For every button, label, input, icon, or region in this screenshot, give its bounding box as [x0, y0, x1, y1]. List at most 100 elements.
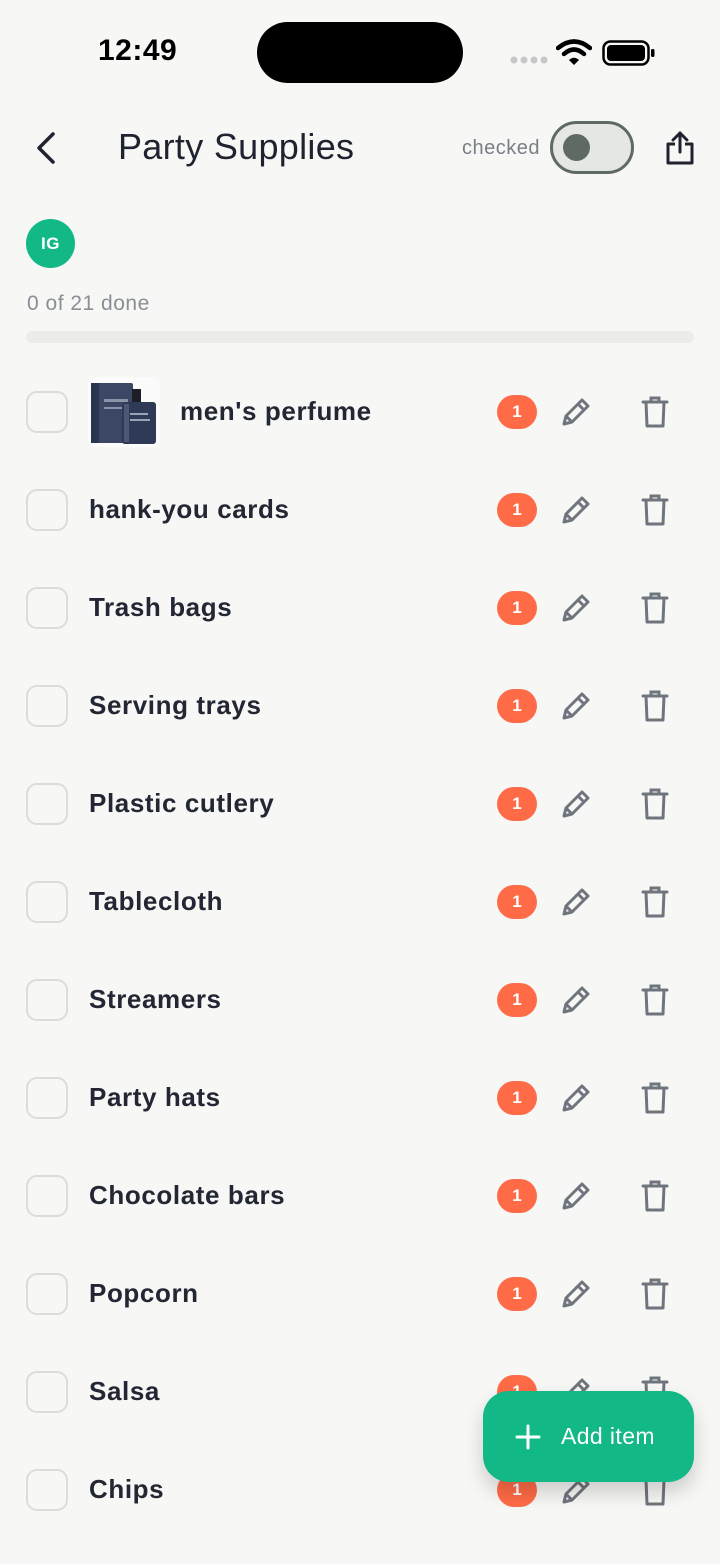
list-item[interactable]: Trash bags 1: [0, 559, 720, 657]
pencil-icon: [562, 496, 590, 524]
add-item-label: Add item: [561, 1423, 655, 1449]
list-item[interactable]: Plastic cutlery 1: [0, 755, 720, 853]
item-checkbox[interactable]: [26, 685, 68, 727]
show-checked-toggle[interactable]: [550, 121, 634, 174]
delete-button[interactable]: [636, 393, 674, 431]
product-image: [88, 377, 160, 447]
edit-button[interactable]: [557, 785, 595, 823]
item-checkbox[interactable]: [26, 1469, 68, 1511]
cellular-signal-icon: [510, 56, 548, 64]
list-item[interactable]: Popcorn 1: [0, 1245, 720, 1343]
item-thumbnail[interactable]: [88, 377, 160, 447]
trash-icon: [641, 1082, 669, 1114]
chevron-left-icon: [37, 132, 55, 164]
pencil-icon: [562, 986, 590, 1014]
item-checkbox[interactable]: [26, 587, 68, 629]
item-name: Salsa: [89, 1376, 160, 1406]
edit-button[interactable]: [557, 491, 595, 529]
item-name: Party hats: [89, 1082, 221, 1112]
item-checkbox[interactable]: [26, 1273, 68, 1315]
delete-button[interactable]: [636, 981, 674, 1019]
item-checkbox[interactable]: [26, 783, 68, 825]
item-checkbox[interactable]: [26, 1077, 68, 1119]
trash-icon: [641, 984, 669, 1016]
pencil-icon: [562, 1084, 590, 1112]
quantity-badge: 1: [497, 983, 537, 1017]
trash-icon: [641, 886, 669, 918]
share-icon: [666, 131, 694, 165]
header: Party Supplies checked: [0, 100, 720, 200]
quantity-badge: 1: [497, 1277, 537, 1311]
progress-bar: [26, 331, 694, 343]
item-name: Tablecloth: [89, 886, 224, 916]
item-checkbox[interactable]: [26, 391, 68, 433]
item-name: Plastic cutlery: [89, 788, 275, 818]
item-name: men's perfume: [180, 396, 372, 426]
item-name: Popcorn: [89, 1278, 199, 1308]
delete-button[interactable]: [636, 1275, 674, 1313]
item-checkbox[interactable]: [26, 979, 68, 1021]
collaborator-avatar[interactable]: IG: [26, 219, 75, 268]
trash-icon: [641, 592, 669, 624]
trash-icon: [641, 1278, 669, 1310]
delete-button[interactable]: [636, 687, 674, 725]
quantity-badge: 1: [497, 591, 537, 625]
quantity-badge: 1: [497, 1081, 537, 1115]
edit-button[interactable]: [557, 1275, 595, 1313]
item-name: Serving trays: [89, 690, 262, 720]
wifi-icon: [556, 39, 592, 65]
toggle-knob: [563, 134, 590, 161]
list-item[interactable]: Chocolate bars 1: [0, 1147, 720, 1245]
show-checked-label: checked: [462, 137, 540, 159]
edit-button[interactable]: [557, 393, 595, 431]
delete-button[interactable]: [636, 1177, 674, 1215]
shopping-list: men's perfume 1 hank-you cards 1 Trash bags 1…: [0, 363, 720, 1539]
trash-icon: [641, 494, 669, 526]
item-name: Streamers: [89, 984, 222, 1014]
add-item-button[interactable]: Add item: [483, 1391, 694, 1482]
pencil-icon: [562, 888, 590, 916]
edit-button[interactable]: [557, 687, 595, 725]
edit-button[interactable]: [557, 1177, 595, 1215]
back-button[interactable]: [22, 124, 70, 172]
item-name: Chocolate bars: [89, 1180, 286, 1210]
list-item[interactable]: Tablecloth 1: [0, 853, 720, 951]
trash-icon: [641, 788, 669, 820]
quantity-badge: 1: [497, 493, 537, 527]
item-checkbox[interactable]: [26, 1175, 68, 1217]
trash-icon: [641, 396, 669, 428]
item-name: Trash bags: [89, 592, 233, 622]
edit-button[interactable]: [557, 1079, 595, 1117]
list-item[interactable]: Streamers 1: [0, 951, 720, 1049]
edit-button[interactable]: [557, 883, 595, 921]
quantity-badge: 1: [497, 395, 537, 429]
pencil-icon: [562, 398, 590, 426]
trash-icon: [641, 690, 669, 722]
list-item[interactable]: Serving trays 1: [0, 657, 720, 755]
list-item[interactable]: men's perfume 1: [0, 363, 720, 461]
page-title: Party Supplies: [118, 126, 355, 167]
item-checkbox[interactable]: [26, 881, 68, 923]
progress-text: 0 of 21 done: [27, 292, 150, 315]
delete-button[interactable]: [636, 883, 674, 921]
list-item[interactable]: hank-you cards 1: [0, 461, 720, 559]
dynamic-island: [257, 22, 463, 83]
list-item[interactable]: Party hats 1: [0, 1049, 720, 1147]
pencil-icon: [562, 790, 590, 818]
delete-button[interactable]: [636, 491, 674, 529]
delete-button[interactable]: [636, 1079, 674, 1117]
trash-icon: [641, 1180, 669, 1212]
quantity-badge: 1: [497, 1179, 537, 1213]
quantity-badge: 1: [497, 689, 537, 723]
pencil-icon: [562, 594, 590, 622]
edit-button[interactable]: [557, 589, 595, 627]
delete-button[interactable]: [636, 589, 674, 627]
status-time: 12:49: [98, 34, 178, 67]
share-button[interactable]: [658, 126, 702, 170]
item-checkbox[interactable]: [26, 489, 68, 531]
quantity-badge: 1: [497, 787, 537, 821]
edit-button[interactable]: [557, 981, 595, 1019]
delete-button[interactable]: [636, 785, 674, 823]
item-checkbox[interactable]: [26, 1371, 68, 1413]
item-name: Chips: [89, 1474, 165, 1504]
